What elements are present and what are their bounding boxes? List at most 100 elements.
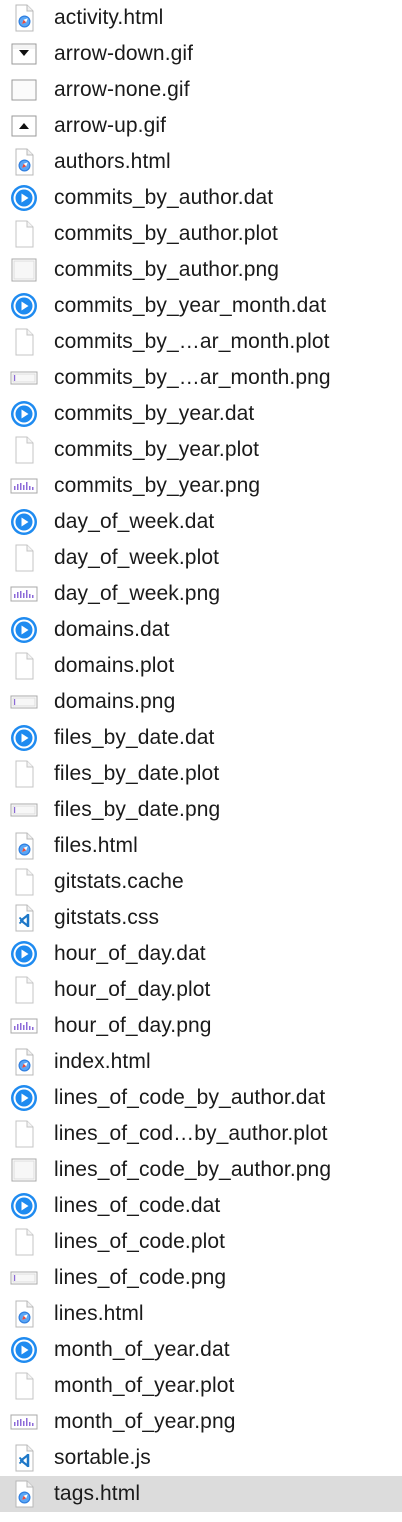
quicktime-dat-icon [9, 1335, 39, 1365]
file-row-gitstats-css[interactable]: gitstats.css [0, 900, 402, 936]
file-row-commits-by-ar-month-png[interactable]: commits_by_…ar_month.png [0, 360, 402, 396]
safari-html-icon [9, 831, 39, 861]
file-row-files-by-date-plot[interactable]: files_by_date.plot [0, 756, 402, 792]
file-row-arrow-none-gif[interactable]: arrow-none.gif [0, 72, 402, 108]
file-name: commits_by_…ar_month.png [54, 366, 331, 389]
file-row-tags-html[interactable]: tags.html [0, 1476, 402, 1512]
file-name: hour_of_day.plot [54, 978, 211, 1001]
safari-html-icon [9, 1479, 39, 1509]
gif-arrow-down-icon [9, 39, 39, 69]
file-row-commits-by-ar-month-plot[interactable]: commits_by_…ar_month.plot [0, 324, 402, 360]
blank-document-icon [9, 1371, 39, 1401]
finder-file-list: activity.html arrow-down.gif arrow-none.gi… [0, 0, 402, 1512]
png-bars-thumbnail-icon [9, 1407, 39, 1437]
file-row-files-html[interactable]: files.html [0, 828, 402, 864]
file-row-commits-by-author-png[interactable]: commits_by_author.png [0, 252, 402, 288]
file-row-index-html[interactable]: index.html [0, 1044, 402, 1080]
file-row-month-of-year-dat[interactable]: month_of_year.dat [0, 1332, 402, 1368]
file-row-day-of-week-dat[interactable]: day_of_week.dat [0, 504, 402, 540]
vscode-document-icon [9, 903, 39, 933]
blank-document-icon [9, 327, 39, 357]
file-row-commits-by-year-png[interactable]: commits_by_year.png [0, 468, 402, 504]
file-row-hour-of-day-png[interactable]: hour_of_day.png [0, 1008, 402, 1044]
file-row-day-of-week-png[interactable]: day_of_week.png [0, 576, 402, 612]
file-row-month-of-year-plot[interactable]: month_of_year.plot [0, 1368, 402, 1404]
safari-html-icon [9, 1299, 39, 1329]
file-row-domains-png[interactable]: domains.png [0, 684, 402, 720]
file-row-arrow-down-gif[interactable]: arrow-down.gif [0, 36, 402, 72]
file-name: lines_of_cod…by_author.plot [54, 1122, 328, 1145]
file-row-month-of-year-png[interactable]: month_of_year.png [0, 1404, 402, 1440]
file-row-authors-html[interactable]: authors.html [0, 144, 402, 180]
png-wide-thumbnail-icon [9, 795, 39, 825]
file-name: lines_of_code.plot [54, 1230, 226, 1253]
png-bars-thumbnail-icon [9, 471, 39, 501]
file-row-activity-html[interactable]: activity.html [0, 0, 402, 36]
file-row-files-by-date-png[interactable]: files_by_date.png [0, 792, 402, 828]
file-name: activity.html [54, 6, 164, 29]
file-row-lines-of-code-by-author-png[interactable]: lines_of_code_by_author.png [0, 1152, 402, 1188]
quicktime-dat-icon [9, 939, 39, 969]
file-name: commits_by_author.dat [54, 186, 274, 209]
file-row-commits-by-year-month-dat[interactable]: commits_by_year_month.dat [0, 288, 402, 324]
png-thumbnail-icon [9, 255, 39, 285]
file-row-lines-html[interactable]: lines.html [0, 1296, 402, 1332]
file-row-commits-by-author-plot[interactable]: commits_by_author.plot [0, 216, 402, 252]
file-row-hour-of-day-plot[interactable]: hour_of_day.plot [0, 972, 402, 1008]
file-row-commits-by-author-dat[interactable]: commits_by_author.dat [0, 180, 402, 216]
file-name: files_by_date.dat [54, 726, 215, 749]
file-name: domains.plot [54, 654, 175, 677]
file-name: commits_by_year.dat [54, 402, 255, 425]
file-row-domains-plot[interactable]: domains.plot [0, 648, 402, 684]
file-name: commits_by_…ar_month.plot [54, 330, 330, 353]
file-name: month_of_year.png [54, 1410, 236, 1433]
gif-blank-icon [9, 75, 39, 105]
file-name: gitstats.css [54, 906, 160, 929]
file-row-lines-of-code-dat[interactable]: lines_of_code.dat [0, 1188, 402, 1224]
file-row-day-of-week-plot[interactable]: day_of_week.plot [0, 540, 402, 576]
file-name: index.html [54, 1050, 151, 1073]
file-name: arrow-down.gif [54, 42, 194, 65]
file-row-sortable-js[interactable]: sortable.js [0, 1440, 402, 1476]
png-bars-thumbnail-icon [9, 1011, 39, 1041]
file-row-lines-of-cod-by-author-plot[interactable]: lines_of_cod…by_author.plot [0, 1116, 402, 1152]
file-row-lines-of-code-png[interactable]: lines_of_code.png [0, 1260, 402, 1296]
blank-document-icon [9, 435, 39, 465]
file-row-gitstats-cache[interactable]: gitstats.cache [0, 864, 402, 900]
quicktime-dat-icon [9, 507, 39, 537]
file-name: files_by_date.png [54, 798, 221, 821]
file-name: files.html [54, 834, 138, 857]
file-name: sortable.js [54, 1446, 151, 1469]
file-name: authors.html [54, 150, 171, 173]
file-name: day_of_week.dat [54, 510, 215, 533]
file-row-lines-of-code-plot[interactable]: lines_of_code.plot [0, 1224, 402, 1260]
quicktime-dat-icon [9, 723, 39, 753]
blank-document-icon [9, 651, 39, 681]
file-name: commits_by_year.png [54, 474, 261, 497]
safari-html-icon [9, 147, 39, 177]
file-name: files_by_date.plot [54, 762, 220, 785]
safari-html-icon [9, 1047, 39, 1077]
file-name: commits_by_author.png [54, 258, 280, 281]
file-row-hour-of-day-dat[interactable]: hour_of_day.dat [0, 936, 402, 972]
quicktime-dat-icon [9, 615, 39, 645]
file-name: month_of_year.plot [54, 1374, 235, 1397]
file-row-commits-by-year-dat[interactable]: commits_by_year.dat [0, 396, 402, 432]
file-row-commits-by-year-plot[interactable]: commits_by_year.plot [0, 432, 402, 468]
file-name: day_of_week.png [54, 582, 221, 605]
file-name: arrow-up.gif [54, 114, 167, 137]
gif-arrow-up-icon [9, 111, 39, 141]
file-name: commits_by_author.plot [54, 222, 278, 245]
file-row-files-by-date-dat[interactable]: files_by_date.dat [0, 720, 402, 756]
quicktime-dat-icon [9, 183, 39, 213]
file-name: lines_of_code_by_author.dat [54, 1086, 326, 1109]
file-row-domains-dat[interactable]: domains.dat [0, 612, 402, 648]
file-row-lines-of-code-by-author-dat[interactable]: lines_of_code_by_author.dat [0, 1080, 402, 1116]
blank-document-icon [9, 219, 39, 249]
file-name: commits_by_year_month.dat [54, 294, 327, 317]
file-row-arrow-up-gif[interactable]: arrow-up.gif [0, 108, 402, 144]
quicktime-dat-icon [9, 1083, 39, 1113]
vscode-document-icon [9, 1443, 39, 1473]
png-bars-thumbnail-icon [9, 579, 39, 609]
file-name: domains.dat [54, 618, 170, 641]
